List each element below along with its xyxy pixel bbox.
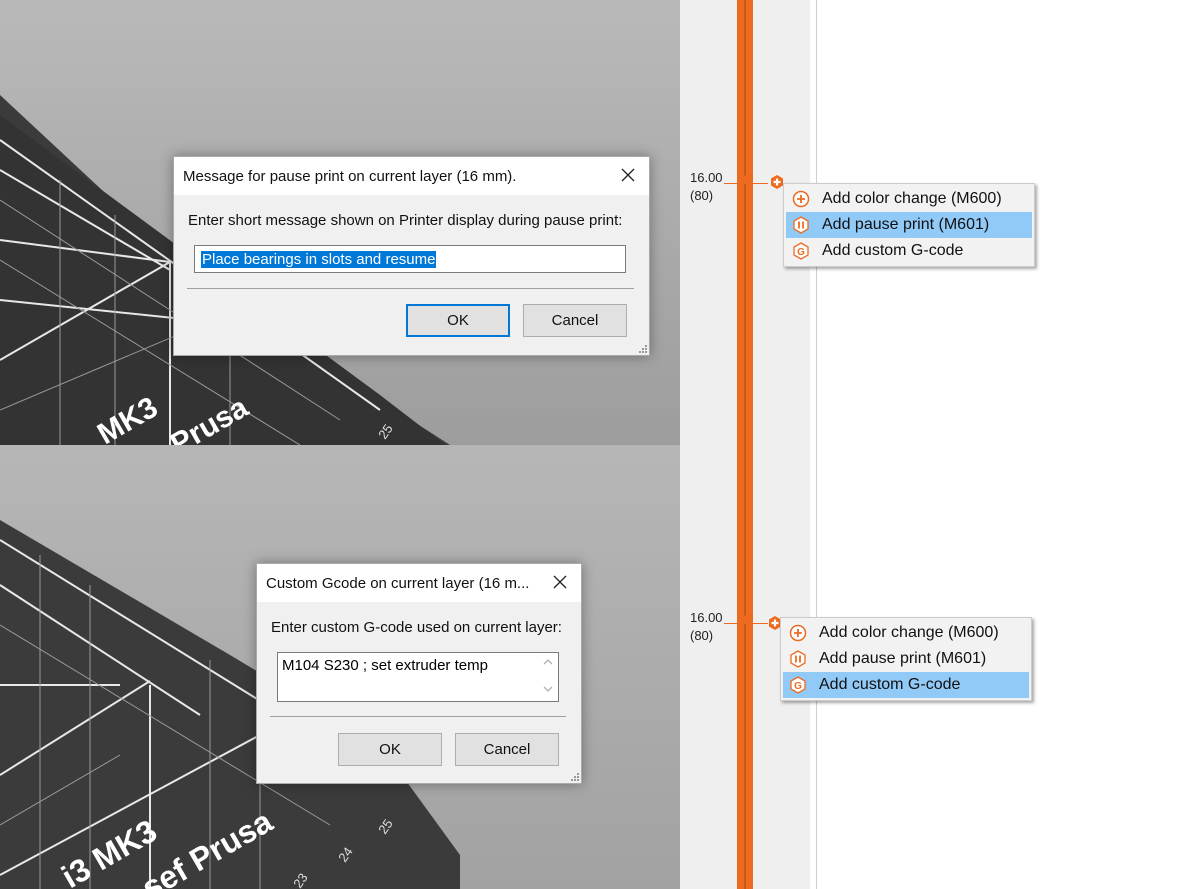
plus-circle-icon [792,190,810,208]
tick-context-menu: Add color change (M600) Add pause print … [783,183,1035,267]
scroll-arrows-icon[interactable] [543,657,553,697]
pause-hex-icon [793,216,809,234]
dialog-titlebar[interactable]: Custom Gcode on current layer (16 m... [257,564,581,602]
cancel-button[interactable]: Cancel [523,304,627,337]
menu-item-label: Add color change (M600) [819,624,999,641]
layer-number: (80) [690,188,714,203]
layer-thumb-line [724,183,768,184]
tick-context-menu: Add color change (M600) Add pause print … [780,617,1032,701]
menu-item-add-custom-gcode[interactable]: G Add custom G-code [783,672,1029,698]
layer-number: (80) [690,628,714,643]
plus-circle-icon [789,624,807,642]
dialog-prompt: Enter custom G-code used on current laye… [271,619,562,636]
menu-item-label: Add color change (M600) [822,190,1002,207]
dialog-titlebar[interactable]: Message for pause print on current layer… [174,157,649,195]
layer-thumb-line [724,623,768,624]
menu-item-add-color-change[interactable]: Add color change (M600) [786,186,1032,212]
menu-item-label: Add custom G-code [819,676,961,693]
close-icon[interactable] [619,166,637,184]
layer-height-value: 16.00 [690,610,723,625]
pause-message-input[interactable]: Place bearings in slots and resume [194,245,626,273]
dialog-title: Custom Gcode on current layer (16 m... [266,574,530,592]
pause-print-dialog: Message for pause print on current layer… [173,156,650,356]
resize-grip-icon[interactable] [637,343,647,353]
layer-thumb-bottom[interactable] [738,615,752,623]
pause-hex-icon [790,650,806,668]
panel-divider [816,0,817,889]
svg-text:G: G [797,247,805,258]
dialog-separator [187,288,634,289]
layer-slider-groove [744,0,746,889]
pause-message-value: Place bearings in slots and resume [201,250,437,268]
ok-button[interactable]: OK [338,733,442,766]
menu-item-add-color-change[interactable]: Add color change (M600) [783,620,1029,646]
gcode-textarea[interactable]: M104 S230 ; set extruder temp [277,652,559,702]
layer-thumb-top[interactable] [738,175,752,183]
gcode-value: M104 S230 ; set extruder temp [282,657,488,674]
dialog-separator [270,716,566,717]
g-hex-icon: G [793,242,809,260]
svg-text:G: G [794,681,802,692]
menu-item-label: Add pause print (M601) [819,650,987,667]
menu-item-label: Add custom G-code [822,242,964,259]
menu-item-add-custom-gcode[interactable]: G Add custom G-code [786,238,1032,264]
menu-item-add-pause-print[interactable]: Add pause print (M601) [783,646,1029,672]
dialog-title: Message for pause print on current layer… [183,167,517,185]
dialog-prompt: Enter short message shown on Printer dis… [188,212,623,229]
close-icon[interactable] [551,573,569,591]
menu-item-add-pause-print[interactable]: Add pause print (M601) [786,212,1032,238]
resize-grip-icon[interactable] [569,771,579,781]
ok-button[interactable]: OK [406,304,510,337]
custom-gcode-dialog: Custom Gcode on current layer (16 m... E… [256,563,582,784]
g-hex-icon: G [790,676,806,694]
layer-height-value: 16.00 [690,170,723,185]
menu-item-label: Add pause print (M601) [822,216,990,233]
cancel-button[interactable]: Cancel [455,733,559,766]
